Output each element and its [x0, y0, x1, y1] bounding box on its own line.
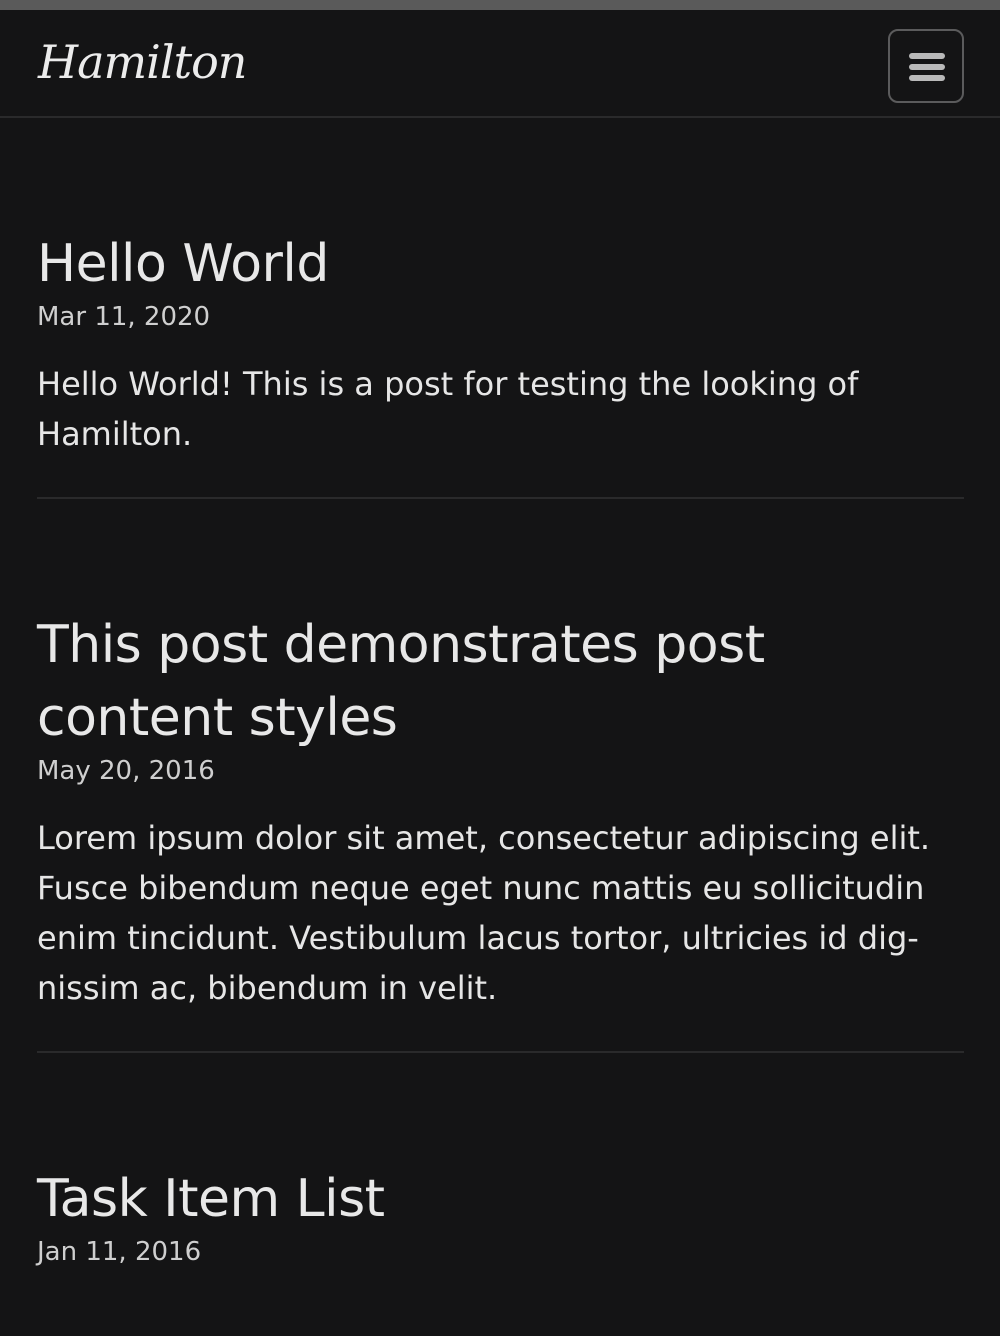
menu-toggle-button[interactable]: [888, 29, 964, 103]
site-title-link[interactable]: Hamilton: [38, 30, 247, 94]
post-item: This post demonstrates post content styl…: [37, 499, 964, 1053]
menu-bar: [909, 53, 945, 59]
post-title: Task Item List: [37, 1163, 964, 1236]
site-header: Hamilton: [0, 10, 1000, 118]
post-date: May 20, 2016: [37, 756, 215, 786]
post-title-link[interactable]: This post demonstrates post content styl…: [37, 615, 765, 748]
menu-bar: [909, 64, 945, 70]
post-list: Hello World Mar 11, 2020 Hello World! Th…: [37, 118, 964, 1272]
menu-bar: [909, 75, 945, 81]
post-item: Hello World Mar 11, 2020 Hello World! Th…: [37, 118, 964, 499]
post-date: Mar 11, 2020: [37, 302, 211, 332]
browser-top-strip: [0, 0, 1000, 10]
post-excerpt: Lorem ipsum dolor sit amet, consectetur …: [37, 819, 931, 1007]
post-title: This post demonstrates post content styl…: [37, 609, 964, 755]
post-date: Jan 11, 2016: [37, 1237, 202, 1267]
post-excerpt: Hello World! This is a post for testing …: [37, 365, 859, 453]
post-title-link[interactable]: Hello World: [37, 234, 329, 294]
post-item: Task Item List Jan 11, 2016: [37, 1053, 964, 1272]
post-title-link[interactable]: Task Item List: [37, 1169, 385, 1229]
post-title: Hello World: [37, 228, 964, 301]
